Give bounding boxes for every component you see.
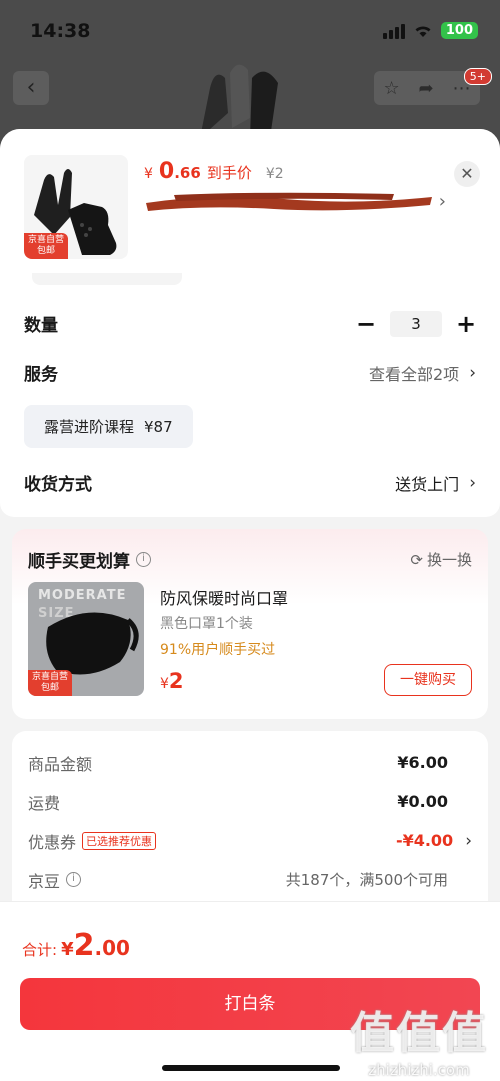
status-indicators: 100 <box>382 22 478 39</box>
close-icon: ✕ <box>460 164 474 183</box>
recommend-product-price: ¥2 <box>160 669 184 693</box>
status-time: 14:38 <box>30 20 91 42</box>
mask-thumbnail[interactable]: MODERATE SIZE 京喜自营 包邮 <box>28 582 144 696</box>
quantity-stepper: − 3 + <box>356 310 476 338</box>
service-label: 服务 <box>24 365 58 385</box>
product-thumbnail[interactable]: 京喜自营 包邮 <box>24 155 128 259</box>
home-indicator <box>162 1065 340 1071</box>
free-shipping-tag: 京喜自营 包邮 <box>24 233 69 259</box>
refresh-icon: ⟳ <box>410 550 423 569</box>
final-price-label: 到手价 <box>206 164 252 182</box>
quantity-input[interactable]: 3 <box>390 310 442 337</box>
star-icon[interactable]: ☆ <box>383 78 399 99</box>
quantity-label: 数量 <box>24 316 58 336</box>
recommend-title: 顺手买更划算 i <box>28 547 151 572</box>
close-button[interactable]: ✕ <box>454 161 480 187</box>
course-service-chip[interactable]: 露营进阶课程 ¥87 <box>24 405 193 448</box>
wifi-icon <box>415 26 431 37</box>
recommend-product-name: 防风保暖时尚口罩 <box>160 589 289 608</box>
recommend-product-stat: 91%用户顺手买过 <box>160 642 276 658</box>
coupon-label: 优惠券 <box>28 832 77 852</box>
minus-button[interactable]: − <box>356 310 376 338</box>
cart-badge: 5+ <box>463 68 492 85</box>
info-icon[interactable]: i <box>136 552 151 567</box>
chevron-right-icon: › <box>465 830 472 851</box>
plus-button[interactable]: + <box>456 310 476 338</box>
goods-amount-value: ¥6.00 <box>397 753 448 772</box>
coupon-row[interactable]: 优惠券 已选推荐优惠 -¥4.00 › <box>28 821 472 860</box>
shipping-row: 运费 ¥0.00 <box>28 782 472 821</box>
redacted-title <box>146 192 432 211</box>
service-value: 查看全部2项 <box>369 364 460 384</box>
background-product-image <box>200 64 278 138</box>
one-click-buy-button[interactable]: 一键购买 <box>384 664 472 696</box>
quantity-row: 数量 − 3 + <box>24 299 476 348</box>
summary-card: 商品金额 ¥6.00 运费 ¥0.00 优惠券 已选推荐优惠 -¥4.00 › … <box>12 731 488 911</box>
chevron-right-icon[interactable]: › <box>439 191 446 212</box>
goods-amount-row: 商品金额 ¥6.00 <box>28 743 472 782</box>
info-icon[interactable]: i <box>66 872 82 887</box>
status-bar: 14:38 100 <box>0 0 500 62</box>
recommend-card: 顺手买更划算 i ⟳ 换一换 MODERATE SIZE 京喜自营 包邮 防风保暖… <box>12 529 488 719</box>
course-name: 露营进阶课程 <box>44 418 135 436</box>
service-row[interactable]: 服务 查看全部2项 › <box>24 348 476 397</box>
delivery-row[interactable]: 收货方式 送货上门 › <box>24 458 476 507</box>
options-card: 数量 − 3 + 服务 查看全部2项 › 露营进阶课程 ¥87 收货方式 送货上门… <box>0 273 500 517</box>
delivery-label: 收货方式 <box>24 475 92 495</box>
shipping-value: ¥0.00 <box>397 792 448 811</box>
spec-option-peek <box>32 273 182 285</box>
signal-icon <box>382 23 405 39</box>
total-decimal: .00 <box>94 936 130 960</box>
delivery-value: 送货上门 <box>395 474 460 494</box>
jd-beans-note: 共187个，满500个可用 <box>285 871 448 889</box>
watermark-logo: 值值值 <box>350 1008 488 1059</box>
recommend-product-spec: 黑色口罩1个装 <box>160 616 253 632</box>
jd-beans-label: 京豆 <box>28 871 61 891</box>
coupon-badge: 已选推荐优惠 <box>82 831 157 850</box>
chevron-right-icon: › <box>469 362 476 383</box>
chevron-right-icon: › <box>469 472 476 493</box>
price-decimal: .66 <box>174 164 201 182</box>
price-integer: 0 <box>158 159 175 184</box>
watermark: 值值值 zhizhizhi.com <box>350 997 488 1079</box>
goods-amount-label: 商品金额 <box>28 754 93 774</box>
product-header: 京喜自营 包邮 ¥ 0 .66 到手价 ¥2 › ✕ <box>0 129 500 273</box>
checkout-bar: 合计: ¥ 2 .00 打白条 值值值 zhizhizhi.com <box>0 901 500 1081</box>
chevron-left-icon: ‹ <box>26 75 36 100</box>
coupon-value: -¥4.00 <box>395 831 454 850</box>
swap-button[interactable]: ⟳ 换一换 <box>410 549 472 570</box>
original-price: ¥2 <box>265 166 284 182</box>
price-row: ¥ 0 .66 到手价 ¥2 <box>144 159 284 184</box>
jd-beans-row: 京豆 i 共187个，满500个可用 <box>28 860 472 899</box>
free-shipping-tag: 京喜自营 包邮 <box>28 670 73 696</box>
course-price: ¥87 <box>144 418 173 436</box>
battery-indicator: 100 <box>440 22 478 39</box>
total-amount: 合计: ¥ 2 .00 <box>22 928 130 963</box>
watermark-url: zhizhizhi.com <box>368 1061 470 1079</box>
total-currency: ¥ <box>61 939 74 960</box>
total-integer: 2 <box>73 928 95 963</box>
total-label: 合计: <box>22 941 58 959</box>
price-currency: ¥ <box>144 166 153 182</box>
back-button[interactable]: ‹ <box>13 71 49 105</box>
share-icon[interactable]: ➦ <box>419 78 434 99</box>
shipping-label: 运费 <box>28 793 61 813</box>
